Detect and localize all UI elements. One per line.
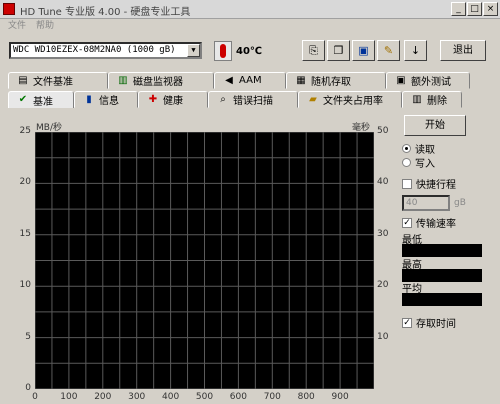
minimize-button[interactable]: _: [451, 2, 466, 16]
y-tick-label: 25: [19, 126, 31, 136]
tab-disk-monitor[interactable]: ▥ 磁盘监视器: [108, 72, 214, 89]
tab-error-scan[interactable]: ⌕ 错误扫描: [208, 91, 298, 108]
folder-usage-icon: ▰: [309, 93, 317, 105]
tab-aam[interactable]: ◀ AAM: [214, 72, 286, 89]
tab-file-benchmark[interactable]: ▤ 文件基准: [8, 72, 108, 89]
tab-random-access[interactable]: ▦ 随机存取: [286, 72, 386, 89]
menu-file[interactable]: 文件: [8, 19, 26, 34]
copy-screen-icon: ❐: [333, 44, 344, 57]
x-tick-label: 400: [162, 392, 180, 402]
menu-help[interactable]: 帮助: [36, 19, 54, 34]
tab-health[interactable]: ✚ 健康: [138, 91, 208, 108]
x-tick-label: 200: [94, 392, 112, 402]
window-title: HD Tune 专业版 4.00 - 硬盘专业工具: [20, 7, 191, 18]
avg-value-box: [402, 293, 482, 306]
short-stroke-unit: gB: [454, 198, 466, 208]
toolbar: WDC WD10EZEX-08M2NA0 (1000 gB) ▼ 40℃ ⎘ ❐…: [0, 36, 500, 66]
short-stroke-option[interactable]: 快捷行程: [402, 177, 456, 191]
tab-extra-tests[interactable]: ▣ 额外测试: [386, 72, 470, 89]
x-tick-label: 900: [331, 392, 349, 402]
y2-tick-label: 30: [377, 228, 389, 239]
y-tick-label: 15: [19, 228, 31, 239]
speaker-icon: ◀: [225, 74, 233, 86]
tab-info[interactable]: ▮ 信息: [74, 91, 138, 108]
options-button[interactable]: ✎: [377, 40, 400, 61]
copy-info-icon: ⎘: [309, 44, 318, 57]
file-bench-icon: ▤: [18, 74, 28, 86]
error-scan-icon: ⌕: [220, 93, 226, 105]
tab-folder-usage[interactable]: ▰ 文件夹占用率: [298, 91, 402, 108]
benchmark-icon: ✔: [18, 94, 28, 105]
save-button[interactable]: ▣: [352, 40, 375, 61]
thermometer-icon: [214, 41, 232, 61]
disk-monitor-icon: ▥: [118, 74, 128, 86]
start-button[interactable]: 开始: [404, 115, 466, 136]
access-time-option[interactable]: ✓ 存取时间: [402, 316, 456, 330]
maximize-button[interactable]: □: [467, 2, 482, 16]
chevron-down-icon[interactable]: ▼: [187, 44, 200, 57]
x-tick-label: 300: [128, 392, 146, 402]
y-tick-label: 10: [19, 280, 31, 291]
y2-tick-label: 20: [377, 280, 389, 291]
caption-buttons: _ □ ×: [451, 2, 498, 16]
exit-button[interactable]: 退出: [440, 40, 486, 61]
tabs-top-row: ▤ 文件基准 ▥ 磁盘监视器 ◀ AAM ▦ 随机存取 ▣ 额外测试: [8, 72, 470, 89]
transfer-rate-checkbox[interactable]: ✓: [402, 217, 412, 228]
download-button[interactable]: ↓: [404, 40, 427, 61]
copy-screen-button[interactable]: ❐: [327, 40, 350, 61]
access-time-checkbox[interactable]: ✓: [402, 317, 412, 328]
copy-info-button[interactable]: ⎘: [302, 40, 325, 61]
tabs-bottom-row: ✔ 基准 ▮ 信息 ✚ 健康 ⌕ 错误扫描 ▰ 文件夹占用率 ▥ 删除: [8, 91, 462, 108]
temperature-readout: 40℃: [236, 46, 263, 57]
title-bar: HD Tune 专业版 4.00 - 硬盘专业工具 _ □ ×: [0, 0, 500, 19]
tab-benchmark[interactable]: ✔ 基准: [8, 91, 74, 108]
x-tick-label: 700: [263, 392, 281, 402]
short-stroke-checkbox[interactable]: [402, 178, 412, 189]
control-panel: 开始 读取 写入 快捷行程 40 gB ✓ 传输速率 最低 最高 平均 ✓ 存取…: [396, 115, 500, 404]
y-tick-label: 20: [19, 177, 31, 188]
x-tick-label: 0: [32, 392, 38, 402]
benchmark-chart: MB/秒 毫秒 0 5 10 15 20 25 10 20 30 40 50 0 100 200 300 40…: [0, 115, 396, 404]
y2-tick-label: 10: [377, 331, 389, 342]
x-tick-label: 600: [229, 392, 247, 402]
short-stroke-input[interactable]: 40: [402, 195, 450, 211]
y-tick-label: 5: [25, 331, 31, 342]
read-radio[interactable]: [402, 144, 411, 153]
random-access-icon: ▦: [296, 74, 306, 86]
extra-tests-icon: ▣: [396, 74, 406, 86]
health-icon: ✚: [148, 93, 158, 105]
x-tick-label: 500: [195, 392, 214, 402]
arrow-down-icon: ↓: [410, 44, 421, 57]
write-radio[interactable]: [402, 158, 411, 167]
transfer-rate-option[interactable]: ✓ 传输速率: [402, 216, 456, 230]
y2-tick-label: 40: [377, 177, 389, 188]
erase-icon: ▥: [412, 93, 422, 105]
read-option[interactable]: 读取: [402, 142, 435, 156]
options-icon: ✎: [383, 44, 394, 57]
app-icon: [3, 3, 15, 15]
drive-select[interactable]: WDC WD10EZEX-08M2NA0 (1000 gB) ▼: [9, 42, 202, 59]
chart-grid: [35, 132, 374, 389]
main-window: HD Tune 专业版 4.00 - 硬盘专业工具 _ □ × 文件 帮助 WD…: [0, 0, 500, 404]
info-icon: ▮: [86, 93, 92, 105]
x-tick-label: 100: [60, 392, 78, 402]
y2-tick-label: 50: [377, 126, 389, 136]
drive-select-value: WDC WD10EZEX-08M2NA0 (1000 gB): [13, 45, 176, 55]
save-icon: ▣: [358, 44, 369, 57]
tab-erase[interactable]: ▥ 删除: [402, 91, 462, 108]
write-option[interactable]: 写入: [402, 156, 435, 170]
close-button[interactable]: ×: [483, 2, 498, 16]
x-tick-label: 800: [297, 392, 315, 402]
menu-bar: 文件 帮助: [0, 19, 500, 34]
chart-plot-area: [35, 132, 374, 389]
